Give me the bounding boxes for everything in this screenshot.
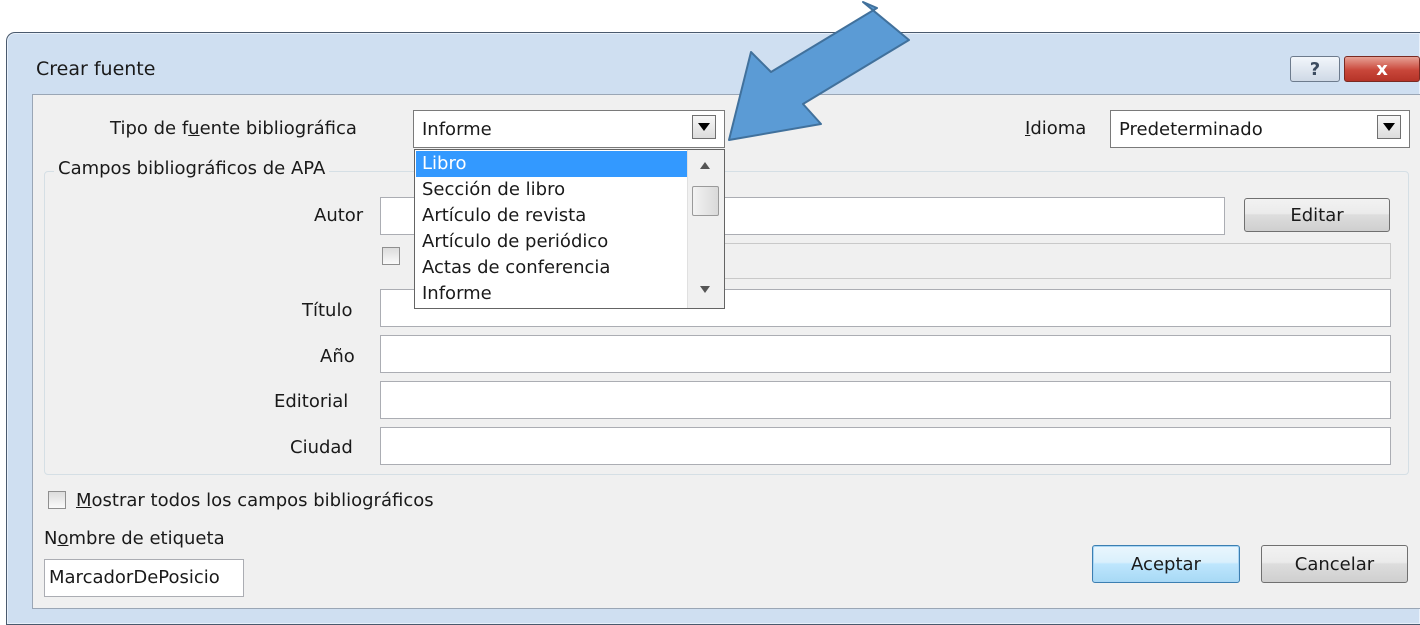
close-button[interactable]: x	[1344, 56, 1420, 82]
language-select[interactable]: Predeterminado	[1110, 110, 1410, 148]
source-type-label: Tipo de fuente bibliográfica	[110, 118, 357, 139]
year-field[interactable]	[380, 335, 1391, 373]
dropdown-option-actas-de-conferencia[interactable]: Actas de conferencia	[416, 255, 688, 281]
dropdown-option-articulo-de-periodico[interactable]: Artículo de periódico	[416, 229, 688, 255]
corporate-author-checkbox[interactable]	[382, 247, 400, 265]
source-type-dropdown-list[interactable]: Libro Sección de libro Artículo de revis…	[414, 149, 725, 309]
group-legend: Campos bibliográficos de APA	[54, 158, 330, 179]
publisher-label: Editorial	[274, 391, 349, 412]
dropdown-option-articulo-de-revista[interactable]: Artículo de revista	[416, 203, 688, 229]
city-field[interactable]	[380, 427, 1391, 465]
annotation-arrow-icon	[728, 1, 910, 141]
cancel-button[interactable]: Cancelar	[1261, 545, 1408, 583]
language-label: Idioma	[1025, 118, 1087, 139]
author-label: Autor	[314, 205, 364, 226]
scroll-thumb[interactable]	[692, 186, 719, 216]
source-type-value: Informe	[422, 118, 492, 140]
help-button[interactable]: ?	[1290, 56, 1340, 82]
chevron-down-icon	[698, 123, 710, 131]
title-bar[interactable]	[7, 33, 1420, 93]
language-dropdown-button[interactable]	[1377, 115, 1401, 139]
dropdown-option-seccion-de-libro[interactable]: Sección de libro	[416, 177, 688, 203]
show-all-fields-checkbox[interactable]	[48, 491, 66, 509]
tag-name-label: Nombre de etiqueta	[44, 528, 225, 549]
chevron-down-icon	[1383, 123, 1395, 131]
tag-name-field[interactable]: MarcadorDePosicio	[44, 559, 244, 597]
scroll-down-icon[interactable]	[700, 286, 710, 293]
year-label: Año	[320, 346, 355, 367]
language-value: Predeterminado	[1119, 118, 1263, 140]
dialog-title: Crear fuente	[36, 58, 156, 80]
help-icon: ?	[1309, 58, 1321, 80]
publisher-field[interactable]	[380, 381, 1391, 419]
show-all-fields-label[interactable]: Mostrar todos los campos bibliográficos	[76, 490, 434, 511]
title-label: Título	[302, 300, 353, 321]
source-type-select[interactable]: Informe	[413, 110, 725, 148]
dropdown-option-libro[interactable]: Libro	[416, 151, 688, 177]
close-icon: x	[1376, 58, 1388, 80]
scroll-up-icon[interactable]	[700, 162, 710, 169]
edit-button[interactable]: Editar	[1244, 198, 1390, 232]
corporate-author-field	[712, 243, 1391, 279]
dropdown-scrollbar[interactable]	[687, 150, 724, 308]
dropdown-option-informe[interactable]: Informe	[416, 281, 688, 307]
source-type-dropdown-button[interactable]	[692, 115, 716, 139]
city-label: Ciudad	[290, 437, 353, 458]
ok-button[interactable]: Aceptar	[1092, 545, 1240, 583]
